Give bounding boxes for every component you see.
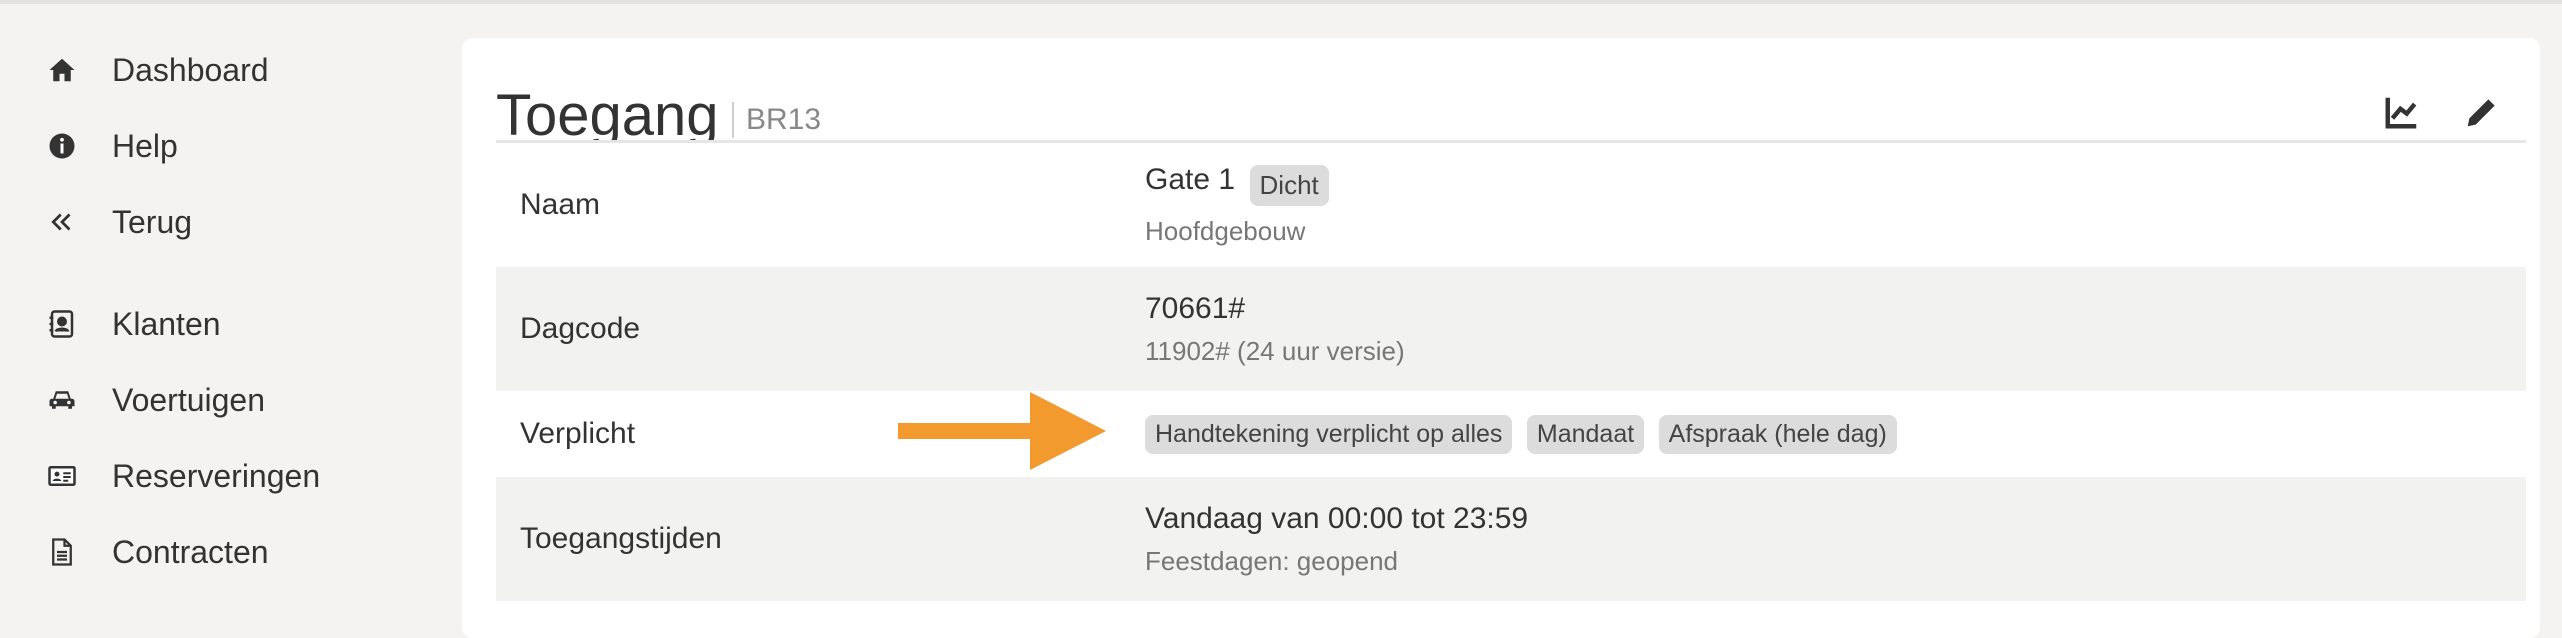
holiday-text: Feestdagen: geopend [1145, 545, 1398, 576]
row-key: Toegangstijden [520, 522, 722, 555]
gate-name: Gate 1 [1145, 163, 1236, 197]
page-title: Toegang [496, 83, 719, 148]
sidebar-item-dashboard[interactable]: Dashboard [40, 40, 420, 100]
status-badge: Dicht [1249, 164, 1329, 206]
location-text: Hoofdgebouw [1145, 215, 1306, 246]
requirement-badge: Mandaat [1526, 414, 1645, 454]
edit-button[interactable] [2458, 88, 2506, 136]
day-code-alt: 11902# (24 uur versie) [1145, 335, 1405, 366]
table-row: Toegangstijden Vandaag van 00:00 tot 23:… [496, 477, 2526, 601]
sidebar-item-contracten[interactable]: Contracten [40, 522, 420, 582]
row-value: Vandaag van 00:00 tot 23:59 Feestdagen: … [1145, 477, 2526, 601]
details-table: Naam Gate 1 Dicht Hoofdgebouw Dagcode 70… [496, 143, 2526, 601]
sidebar-item-label: Terug [112, 203, 193, 240]
table-row: Dagcode 70661# 11902# (24 uur versie) [496, 267, 2526, 391]
top-border [0, 0, 2562, 4]
sidebar-item-label: Help [112, 127, 178, 164]
page-subtitle: BR13 [732, 102, 821, 138]
sidebar-item-voertuigen[interactable]: Voertuigen [40, 370, 420, 430]
sidebar-item-label: Contracten [112, 533, 269, 570]
arrow-annotation-icon [898, 392, 1106, 470]
pencil-icon [2467, 99, 2495, 127]
row-value: Gate 1 Dicht Hoofdgebouw [1145, 143, 2526, 267]
sidebar-item-label: Dashboard [112, 51, 269, 88]
requirement-badge: Handtekening verplicht op alles [1145, 414, 1513, 454]
sidebar-item-reserveringen[interactable]: Reserveringen [40, 446, 420, 506]
row-value: Handtekening verplicht op alles Mandaat … [1145, 391, 2526, 477]
access-times: Vandaag van 00:00 tot 23:59 [1145, 501, 1529, 535]
info-icon [40, 124, 84, 168]
car-icon [40, 378, 84, 422]
sidebar-item-label: Klanten [112, 305, 221, 342]
statistics-button[interactable] [2378, 88, 2426, 136]
main-card: Toegang BR13 Naam Gate 1 Dicht Hoofdgebo… [462, 38, 2540, 638]
contact-book-icon [40, 302, 84, 346]
sidebar-item-help[interactable]: Help [40, 116, 420, 176]
double-chevron-left-icon [40, 200, 84, 244]
home-icon [40, 48, 84, 92]
table-row: Naam Gate 1 Dicht Hoofdgebouw [496, 143, 2526, 267]
sidebar-item-klanten[interactable]: Klanten [40, 294, 420, 354]
sidebar-item-label: Reserveringen [112, 457, 321, 494]
row-value: 70661# 11902# (24 uur versie) [1145, 267, 2526, 391]
id-card-icon [40, 454, 84, 498]
row-key: Dagcode [520, 312, 641, 345]
table-row: Verplicht Handtekening verplicht op alle… [496, 391, 2526, 477]
chart-icon [2385, 97, 2417, 129]
row-key: Naam [520, 188, 601, 221]
sidebar-item-terug[interactable]: Terug [40, 192, 420, 252]
document-icon [40, 530, 84, 574]
sidebar-item-label: Voertuigen [112, 381, 266, 418]
day-code: 70661# [1145, 291, 1246, 325]
requirement-badge: Afspraak (hele dag) [1658, 414, 1897, 454]
